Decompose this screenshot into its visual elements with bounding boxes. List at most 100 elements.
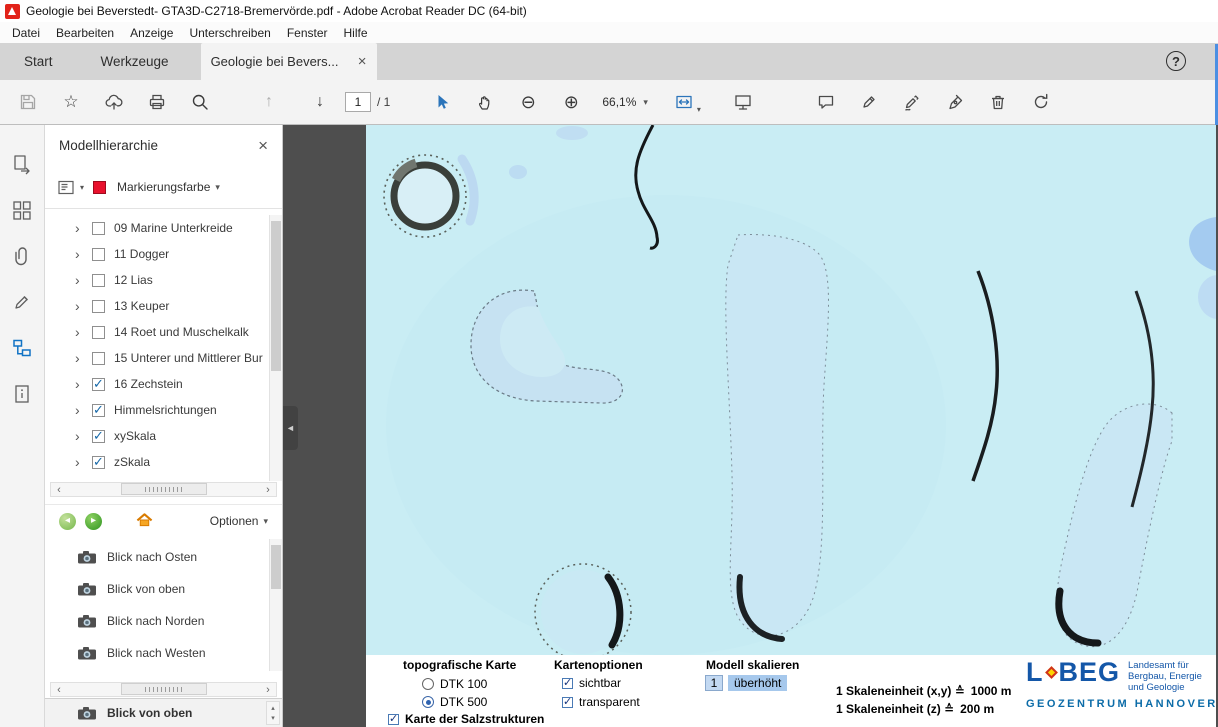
page-display-button[interactable]	[725, 87, 761, 117]
document-info-button[interactable]	[3, 371, 41, 417]
hand-tool-button[interactable]	[467, 87, 503, 117]
layer-checkbox[interactable]	[92, 248, 105, 261]
menu-fenster[interactable]: Fenster	[279, 22, 336, 43]
options-list-icon[interactable]	[58, 180, 75, 195]
expand-chevron-icon[interactable]: ›	[75, 456, 83, 468]
delete-button[interactable]	[980, 87, 1016, 117]
layer-checkbox[interactable]	[92, 378, 105, 391]
layer-checkbox[interactable]	[92, 300, 105, 313]
export-pdf-button[interactable]	[3, 141, 41, 187]
view-item[interactable]: Blick nach Westen	[45, 637, 282, 669]
layer-checkbox[interactable]	[92, 404, 105, 417]
scrollbar-thumb[interactable]	[121, 483, 207, 495]
zoom-level-select[interactable]: 66,1% ▾	[596, 87, 654, 117]
salt-structures-checkbox[interactable]: Karte der Salzstrukturen	[388, 712, 544, 726]
view-item[interactable]: Blick nach Osten	[45, 541, 282, 573]
scrollbar-track[interactable]	[67, 683, 260, 696]
tab-close-icon[interactable]: ×	[358, 54, 367, 69]
view-item[interactable]: Blick von oben	[45, 573, 282, 605]
layer-checkbox[interactable]	[92, 222, 105, 235]
radio-icon[interactable]	[422, 696, 434, 708]
tree-item[interactable]: › 14 Roet und Muschelkalk	[45, 319, 282, 345]
page-number-input[interactable]: 1	[345, 92, 371, 112]
scale-value-input[interactable]: 1	[705, 675, 723, 691]
views-vertical-scrollbar[interactable]	[269, 539, 282, 671]
home-view-button[interactable]	[135, 511, 154, 531]
checkbox-icon[interactable]	[562, 678, 573, 689]
tree-item[interactable]: › 12 Lias	[45, 267, 282, 293]
view-item[interactable]: Blick nach Norden	[45, 605, 282, 637]
select-tool-button[interactable]	[424, 87, 460, 117]
scrollbar-thumb[interactable]	[121, 683, 207, 695]
menu-unterschreiben[interactable]: Unterschreiben	[181, 22, 278, 43]
scroll-right-icon[interactable]: ›	[260, 484, 276, 496]
marquee-zoom-button[interactable]	[182, 87, 218, 117]
help-button[interactable]: ?	[1166, 51, 1186, 71]
tree-item[interactable]: › xySkala	[45, 423, 282, 449]
tree-item[interactable]: › 15 Unterer und Mittlerer Bur	[45, 345, 282, 371]
next-view-button[interactable]: ▸	[85, 513, 102, 530]
layer-checkbox[interactable]	[92, 274, 105, 287]
current-view-bar[interactable]: Blick von oben ▴ ▾	[45, 698, 282, 727]
caret-down-icon[interactable]: ▾	[215, 182, 220, 193]
expand-chevron-icon[interactable]: ›	[75, 378, 83, 390]
layer-checkbox[interactable]	[92, 326, 105, 339]
previous-view-button[interactable]: ◂	[59, 513, 76, 530]
fill-sign-button[interactable]	[937, 87, 973, 117]
tree-horizontal-scrollbar[interactable]: ‹ ›	[50, 482, 277, 497]
expand-chevron-icon[interactable]: ›	[75, 404, 83, 416]
tree-vertical-scrollbar[interactable]	[269, 215, 282, 481]
layer-checkbox[interactable]	[92, 352, 105, 365]
scroll-left-icon[interactable]: ‹	[51, 684, 67, 696]
tree-item[interactable]: › 09 Marine Unterkreide	[45, 215, 282, 241]
transparent-checkbox[interactable]: transparent	[562, 695, 640, 709]
rotate-button[interactable]	[1023, 87, 1059, 117]
zoom-in-button[interactable]: ⊕	[553, 87, 589, 117]
scrollbar-thumb[interactable]	[271, 545, 281, 589]
scroll-up-icon[interactable]: ▴	[271, 704, 275, 712]
tree-item[interactable]: › zSkala	[45, 449, 282, 475]
attachments-button[interactable]	[3, 233, 41, 279]
scroll-down-icon[interactable]: ▾	[271, 714, 275, 722]
panel-close-icon[interactable]: ×	[258, 136, 268, 156]
radio-dtk-500[interactable]: DTK 500	[422, 695, 487, 709]
favorites-button[interactable]: ☆	[53, 87, 89, 117]
expand-chevron-icon[interactable]: ›	[75, 274, 83, 286]
menu-anzeige[interactable]: Anzeige	[122, 22, 181, 43]
comment-button[interactable]	[808, 87, 844, 117]
layer-checkbox[interactable]	[92, 456, 105, 469]
signatures-button[interactable]	[3, 279, 41, 325]
expand-chevron-icon[interactable]: ›	[75, 300, 83, 312]
previous-page-button[interactable]: ↑	[251, 87, 287, 117]
menu-hilfe[interactable]: Hilfe	[336, 22, 376, 43]
marker-color-swatch[interactable]	[93, 181, 106, 194]
scrollbar-track[interactable]	[67, 483, 260, 496]
tree-item[interactable]: › 16 Zechstein	[45, 371, 282, 397]
model-tree-button[interactable]	[3, 325, 41, 371]
scale-mode-value[interactable]: überhöht	[728, 675, 787, 691]
sign-button[interactable]	[894, 87, 930, 117]
expand-chevron-icon[interactable]: ›	[75, 248, 83, 260]
next-page-button[interactable]: ↓	[302, 87, 338, 117]
layer-checkbox[interactable]	[92, 430, 105, 443]
expand-chevron-icon[interactable]: ›	[75, 326, 83, 338]
tree-item[interactable]: › 11 Dogger	[45, 241, 282, 267]
panel-collapse-button[interactable]: ◄	[283, 406, 298, 450]
tab-werkzeuge[interactable]: Werkzeuge	[77, 43, 193, 80]
tree-item[interactable]: › Himmelsrichtungen	[45, 397, 282, 423]
tree-item[interactable]: › 13 Keuper	[45, 293, 282, 319]
zoom-out-button[interactable]: ⊖	[510, 87, 546, 117]
visible-checkbox[interactable]: sichtbar	[562, 676, 621, 690]
checkbox-icon[interactable]	[388, 714, 399, 725]
print-button[interactable]	[139, 87, 175, 117]
expand-chevron-icon[interactable]: ›	[75, 352, 83, 364]
options-dropdown[interactable]: Optionen ▾	[210, 514, 268, 528]
caret-down-icon[interactable]: ▾	[80, 183, 84, 192]
radio-icon[interactable]	[422, 678, 434, 690]
checkbox-icon[interactable]	[562, 697, 573, 708]
menu-bearbeiten[interactable]: Bearbeiten	[48, 22, 122, 43]
expand-chevron-icon[interactable]: ›	[75, 222, 83, 234]
share-cloud-button[interactable]	[96, 87, 132, 117]
organize-pages-button[interactable]	[3, 187, 41, 233]
scroll-right-icon[interactable]: ›	[260, 684, 276, 696]
